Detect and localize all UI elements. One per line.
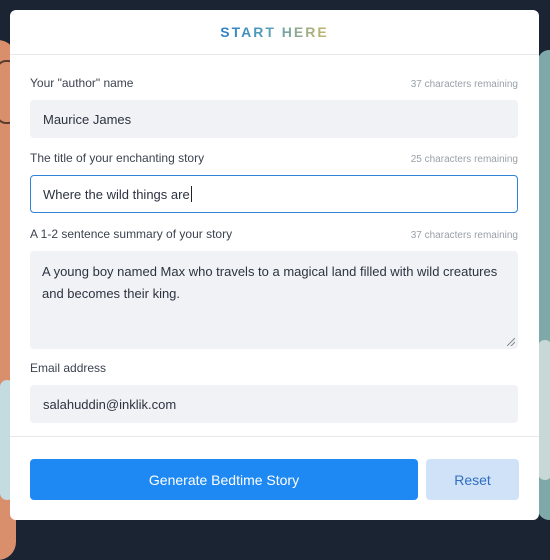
email-label: Email address (30, 361, 107, 375)
background-illustration-right-light (538, 340, 550, 480)
author-name-label-row: Your "author" name 37 characters remaini… (30, 76, 518, 94)
resize-grip-icon[interactable] (507, 338, 515, 346)
background-illustration-right (538, 50, 550, 520)
story-summary-field-group: A 1-2 sentence summary of your story 37 … (30, 227, 518, 349)
reset-button[interactable]: Reset (426, 459, 519, 500)
card-header: START HERE (10, 10, 539, 55)
card-title: START HERE (220, 24, 329, 40)
email-label-row: Email address (30, 361, 518, 379)
email-field-group: Email address salahuddin@inklik.com (30, 361, 518, 423)
story-title-label: The title of your enchanting story (30, 151, 205, 165)
email-value: salahuddin@inklik.com (43, 396, 177, 412)
story-title-field-group: The title of your enchanting story 25 ch… (30, 151, 518, 213)
story-summary-label: A 1-2 sentence summary of your story (30, 227, 233, 241)
story-title-input[interactable]: Where the wild things are (30, 175, 518, 213)
story-summary-textarea[interactable]: A young boy named Max who travels to a m… (30, 251, 518, 349)
author-name-value: Maurice James (43, 111, 132, 127)
author-name-label: Your "author" name (30, 76, 134, 90)
story-title-counter: 25 characters remaining (410, 154, 518, 165)
story-summary-label-row: A 1-2 sentence summary of your story 37 … (30, 227, 518, 245)
author-name-input[interactable]: Maurice James (30, 100, 518, 138)
footer-divider (10, 436, 539, 437)
generate-bedtime-story-button[interactable]: Generate Bedtime Story (30, 459, 418, 500)
text-caret (190, 186, 192, 202)
author-name-counter: 37 characters remaining (410, 79, 518, 90)
story-summary-counter: 37 characters remaining (410, 230, 518, 241)
author-name-field-group: Your "author" name 37 characters remaini… (30, 76, 518, 138)
story-title-label-row: The title of your enchanting story 25 ch… (30, 151, 518, 169)
story-form-card: START HERE Your "author" name 37 charact… (10, 10, 539, 520)
email-input[interactable]: salahuddin@inklik.com (30, 385, 518, 423)
story-summary-value: A young boy named Max who travels to a m… (42, 264, 498, 301)
story-title-value: Where the wild things are (43, 186, 190, 202)
